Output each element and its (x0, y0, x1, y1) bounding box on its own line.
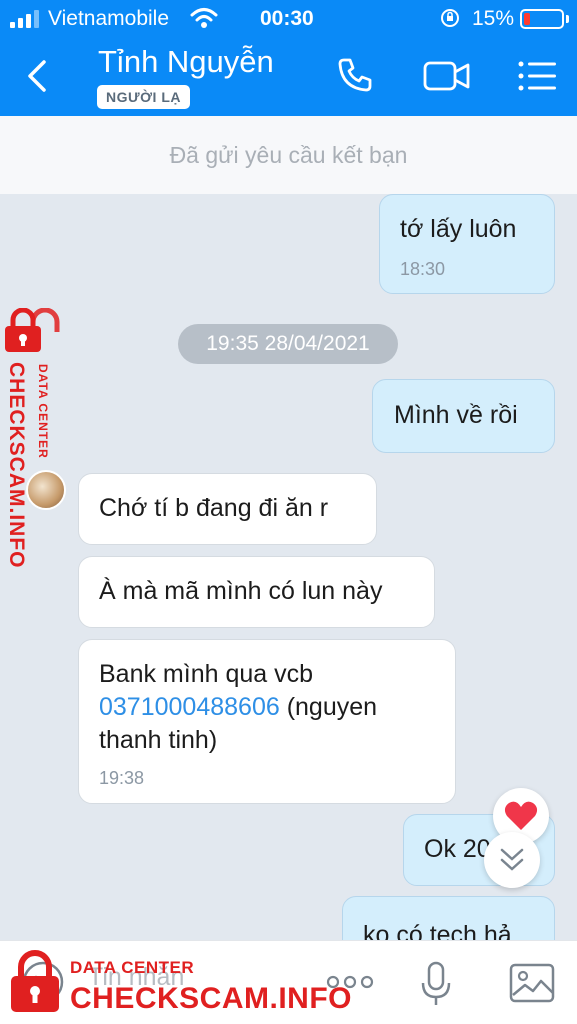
message-time: 18:30 (400, 259, 446, 279)
message-text: tớ lấy luôn (400, 215, 517, 243)
rotation-lock-icon (441, 9, 459, 27)
message-bubble-sent[interactable]: tớ lấy luôn 18:30 (379, 194, 555, 294)
clock: 00:30 (260, 7, 314, 30)
signal-icon (10, 10, 44, 28)
message-text: Mình về rồi (394, 401, 518, 429)
watermark-side-sub: DATA CENTER (36, 364, 50, 459)
chat-header: Vietnamobile 00:30 15% Tỉnh Nguyễn NGƯỜI… (0, 0, 577, 116)
message-text: ko có tech hả (363, 921, 512, 940)
watermark-bottom-main: CHECKSCAM.INFO (70, 982, 352, 1015)
message-text-line: thanh tinh) (99, 726, 218, 754)
padlock-logo (5, 308, 60, 352)
contact-name[interactable]: Tỉnh Nguyễn (98, 44, 274, 80)
battery-percent: 15% (472, 7, 515, 30)
watermark-side-main: CHECKSCAM.INFO (5, 362, 28, 569)
wifi-icon (190, 8, 218, 28)
menu-icon[interactable] (518, 60, 558, 92)
watermark-bottom-sub: DATA CENTER (70, 958, 195, 977)
video-call-icon[interactable] (423, 59, 471, 93)
message-bubble-received[interactable]: Bank mình qua vcb 0371000488606 (nguyen … (78, 639, 456, 804)
stranger-badge: NGƯỜI LẠ (97, 85, 190, 109)
message-text: À mà mã mình có lun này (99, 577, 383, 605)
double-chevron-down-icon (500, 848, 524, 871)
message-bubble-received[interactable]: Chớ tí b đang đi ăn r (78, 473, 377, 545)
padlock-logo (11, 950, 59, 1012)
message-bubble-sent[interactable]: ko có tech hả (342, 896, 555, 940)
phone-call-icon[interactable] (336, 56, 374, 94)
account-number-link[interactable]: 0371000488606 (99, 693, 280, 721)
message-list[interactable]: tớ lấy luôn 18:30 19:35 28/04/2021 Mình … (0, 194, 577, 940)
image-icon[interactable] (509, 963, 555, 1003)
message-bubble-sent[interactable]: Mình về rồi (372, 379, 555, 453)
heart-icon (504, 801, 538, 830)
carrier-label: Vietnamobile (48, 7, 170, 30)
back-icon[interactable] (22, 58, 52, 94)
watermark-side: CHECKSCAM.INFO DATA CENTER (0, 308, 70, 588)
message-text: Chớ tí b đang đi ăn r (99, 494, 329, 522)
message-text-fragment: (nguyen (279, 693, 378, 721)
date-separator: 19:35 28/04/2021 (178, 324, 398, 364)
scroll-down-button[interactable] (484, 832, 540, 888)
message-text-line: Bank mình qua vcb (99, 660, 314, 688)
message-bubble-received[interactable]: À mà mã mình có lun này (78, 556, 435, 628)
microphone-icon[interactable] (420, 961, 452, 1007)
status-bar: Vietnamobile 00:30 15% (0, 0, 577, 38)
battery-icon (520, 9, 564, 29)
friend-request-status: Đã gửi yêu cầu kết bạn (0, 116, 577, 194)
message-time: 19:38 (99, 768, 145, 788)
